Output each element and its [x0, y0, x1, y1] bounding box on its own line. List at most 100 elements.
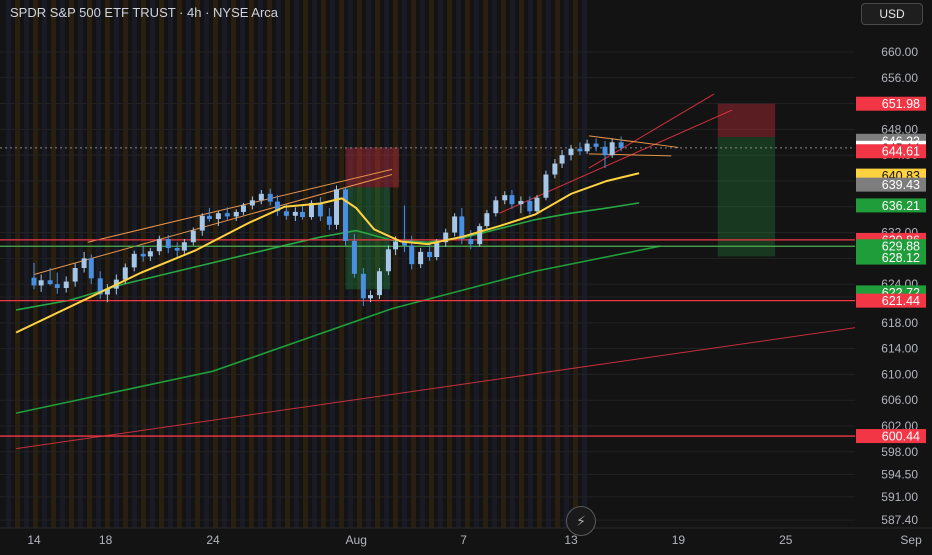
candle-body [122, 267, 128, 280]
candle-body [63, 281, 69, 289]
candle-body [393, 241, 399, 250]
session-band [447, 0, 452, 528]
session-band [312, 0, 317, 528]
x-tick-label: 24 [206, 533, 220, 547]
y-tick-label: 594.50 [881, 467, 918, 481]
session-band [42, 0, 47, 528]
session-band [465, 0, 470, 528]
candle-body [181, 242, 187, 251]
zone-2 [717, 103, 776, 138]
zone-3 [717, 137, 776, 257]
y-tick-label: 598.00 [881, 445, 918, 459]
candle-body [258, 193, 264, 201]
session-band [177, 0, 182, 528]
session-band [429, 0, 434, 528]
candle-body [326, 216, 332, 225]
candle-body [215, 213, 221, 220]
session-band [150, 0, 155, 528]
session-band [285, 0, 290, 528]
session-band [96, 0, 101, 528]
candle-body [434, 242, 440, 258]
candle-body [38, 280, 44, 286]
candle-body [334, 189, 340, 225]
session-band [249, 0, 254, 528]
candle-body [283, 211, 289, 216]
candle-body [527, 200, 533, 212]
candle-body [493, 200, 499, 214]
candle-body [577, 148, 583, 152]
candle-body [147, 251, 153, 257]
session-band [492, 0, 497, 528]
candle-body [502, 195, 508, 201]
price-label: 621.44 [882, 294, 920, 308]
x-tick-label: Sep [900, 533, 922, 547]
candle-body [552, 163, 558, 175]
session-band [141, 0, 146, 528]
candle-body [224, 213, 230, 217]
candle-body [342, 189, 348, 241]
price-label: 651.98 [882, 97, 920, 111]
candle-body [233, 211, 239, 217]
candle-body [509, 195, 515, 205]
session-band [474, 0, 479, 528]
session-band [267, 0, 272, 528]
candle-body [568, 148, 574, 156]
candle-body [543, 174, 549, 198]
candle-body [81, 258, 87, 269]
y-tick-label: 618.00 [881, 316, 918, 330]
lightning-icon[interactable]: ⚡ [566, 506, 596, 536]
candle-body [174, 248, 180, 251]
candle-body [351, 240, 357, 274]
session-band [510, 0, 515, 528]
candle-body [559, 155, 565, 164]
candle-body [131, 253, 137, 268]
session-band [105, 0, 110, 528]
candle-body [54, 284, 60, 289]
x-tick-label: Aug [346, 533, 367, 547]
session-band [303, 0, 308, 528]
x-tick-label: 18 [99, 533, 113, 547]
candle-body [140, 253, 146, 257]
session-band [213, 0, 218, 528]
candle-body [584, 143, 590, 152]
session-band [555, 0, 560, 528]
candle-body [317, 202, 323, 217]
price-chart[interactable]: 660.00656.00652.00648.00644.00640.00636.… [0, 0, 932, 550]
price-label: 628.12 [882, 251, 920, 265]
candle-body [72, 268, 78, 282]
currency-button[interactable]: USD [861, 3, 923, 25]
session-band [456, 0, 461, 528]
candle-body [199, 215, 205, 231]
price-label: 639.43 [882, 178, 920, 192]
y-tick-label: 587.40 [881, 513, 918, 527]
session-band [114, 0, 119, 528]
session-band [240, 0, 245, 528]
candle-body [385, 249, 391, 272]
candle-body [360, 273, 366, 299]
candle-body [418, 251, 424, 265]
session-band [537, 0, 542, 528]
candle-body [534, 197, 540, 212]
candle-body [190, 230, 196, 243]
x-tick-label: 7 [460, 533, 467, 547]
y-tick-label: 614.00 [881, 342, 918, 356]
y-tick-label: 660.00 [881, 45, 918, 59]
candle-body [518, 200, 524, 205]
chart-area[interactable]: 660.00656.00652.00648.00644.00640.00636.… [0, 0, 932, 550]
candle-body [468, 239, 474, 245]
session-band [528, 0, 533, 528]
y-tick-label: 606.00 [881, 393, 918, 407]
session-band [321, 0, 326, 528]
candle-body [267, 193, 273, 202]
candle-body [31, 277, 37, 286]
price-label: 600.44 [882, 430, 920, 444]
session-band [483, 0, 488, 528]
candle-body [249, 200, 255, 206]
candle-body [409, 245, 415, 265]
session-band [24, 0, 29, 528]
x-tick-label: 19 [672, 533, 686, 547]
y-tick-label: 656.00 [881, 71, 918, 85]
candle-body [477, 226, 483, 245]
session-band [231, 0, 236, 528]
chart-title: SPDR S&P 500 ETF TRUST · 4h · NYSE Arca [10, 5, 279, 20]
